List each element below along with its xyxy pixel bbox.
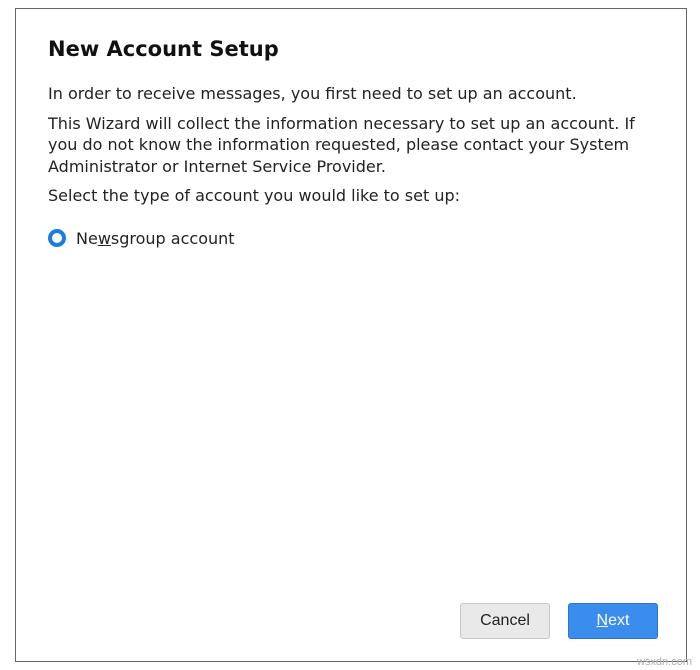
account-type-radio-group: Newsgroup account bbox=[48, 229, 654, 248]
next-button[interactable]: Next bbox=[568, 603, 658, 639]
select-prompt: Select the type of account you would lik… bbox=[48, 185, 654, 207]
watermark-text: wsxdn.com bbox=[637, 656, 692, 668]
account-setup-dialog: New Account Setup In order to receive me… bbox=[15, 8, 687, 662]
radio-newsgroup-label: Newsgroup account bbox=[76, 229, 235, 248]
radio-newsgroup-account[interactable]: Newsgroup account bbox=[48, 229, 654, 248]
dialog-body: New Account Setup In order to receive me… bbox=[16, 9, 686, 589]
intro-text-2: This Wizard will collect the information… bbox=[48, 113, 654, 178]
cancel-button[interactable]: Cancel bbox=[460, 603, 550, 639]
dialog-footer: Cancel Next bbox=[16, 589, 686, 661]
intro-text-1: In order to receive messages, you first … bbox=[48, 83, 654, 105]
dialog-title: New Account Setup bbox=[48, 37, 654, 61]
radio-button-icon bbox=[48, 229, 66, 247]
